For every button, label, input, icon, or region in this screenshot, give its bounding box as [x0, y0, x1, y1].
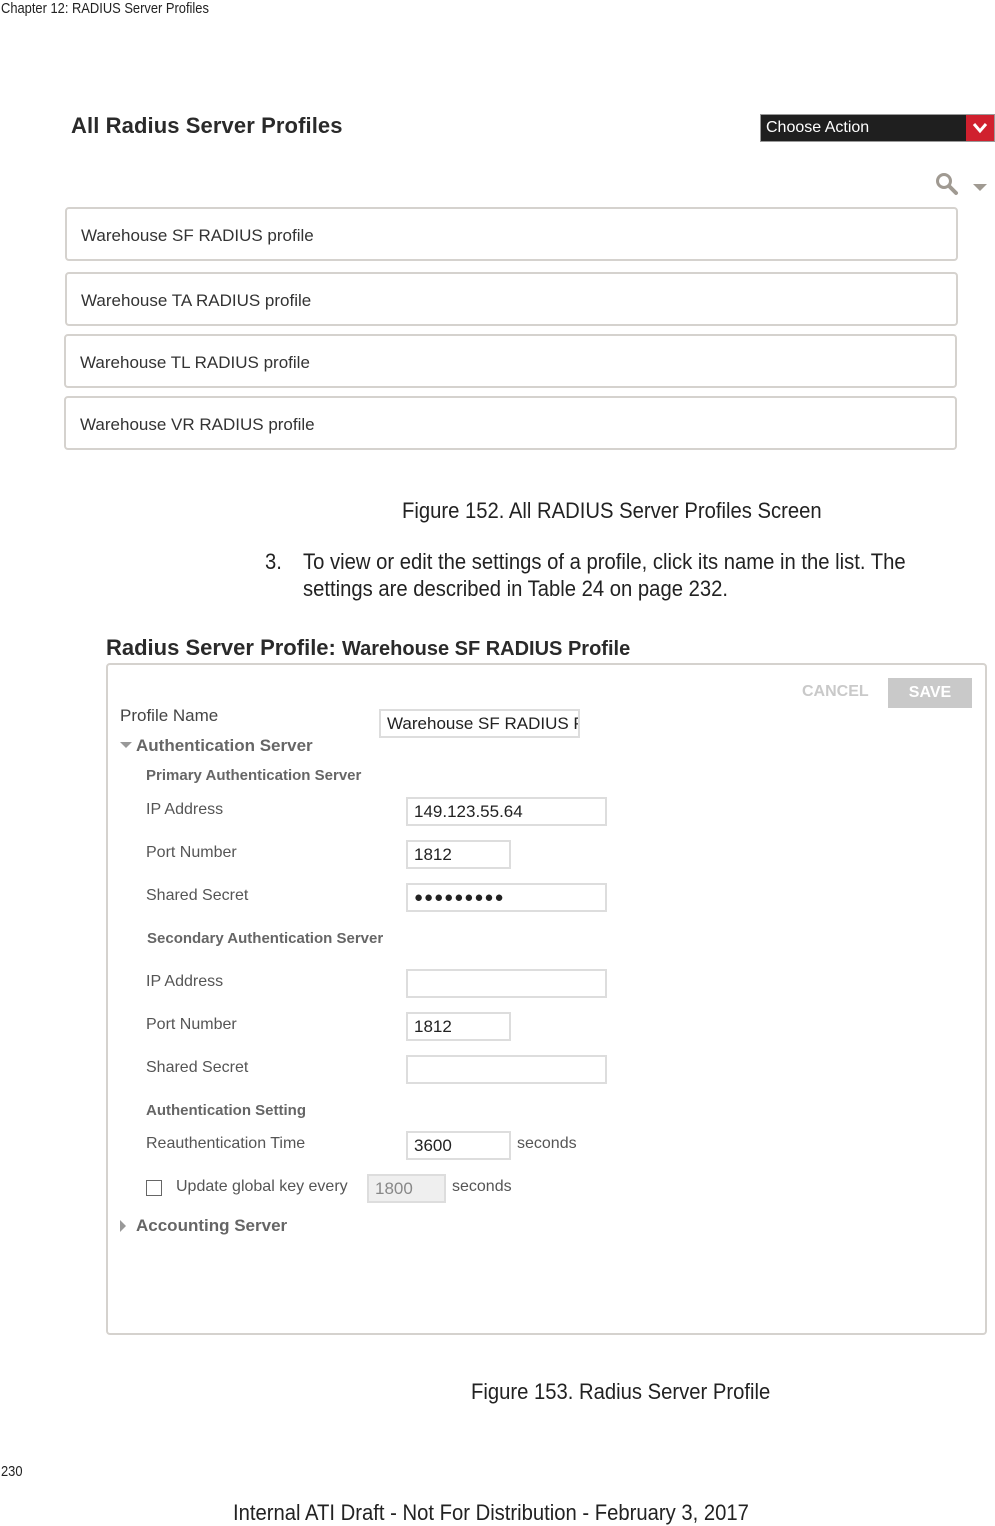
secondary-secret-input[interactable]: [406, 1055, 607, 1084]
primary-auth-heading: Primary Authentication Server: [146, 767, 362, 784]
secondary-port-label: Port Number: [146, 1016, 237, 1033]
search-options-caret-icon[interactable]: [973, 179, 987, 197]
secondary-secret-label: Shared Secret: [146, 1059, 249, 1076]
authentication-server-section[interactable]: Authentication Server: [136, 736, 313, 756]
chapter-header: Chapter 12: RADIUS Server Profiles: [1, 0, 209, 17]
profile-name-label: Profile Name: [120, 706, 219, 725]
reauth-unit: seconds: [517, 1135, 577, 1152]
save-button[interactable]: SAVE: [888, 678, 972, 708]
primary-ip-input[interactable]: 149.123.55.64: [406, 797, 607, 826]
secondary-auth-heading: Secondary Authentication Server: [147, 930, 384, 947]
profile-list-item[interactable]: Warehouse VR RADIUS profile: [64, 396, 957, 450]
profile-list-item[interactable]: Warehouse TA RADIUS profile: [65, 272, 958, 326]
update-key-unit: seconds: [452, 1178, 512, 1195]
profile-name-input[interactable]: Warehouse SF RADIUS P: [379, 709, 580, 738]
choose-action-dropdown[interactable]: Choose Action: [760, 114, 995, 142]
figure-152-caption: Figure 152. All RADIUS Server Profiles S…: [402, 498, 822, 523]
search-icon[interactable]: [935, 172, 959, 201]
step-text-line1: To view or edit the settings of a profil…: [303, 549, 906, 574]
draft-footer: Internal ATI Draft - Not For Distributio…: [233, 1500, 749, 1525]
reauth-time-input[interactable]: 3600: [406, 1131, 511, 1160]
profile-name[interactable]: Warehouse TL RADIUS profile: [80, 353, 310, 373]
chevron-down-icon[interactable]: [966, 115, 994, 141]
choose-action-label: Choose Action: [766, 119, 870, 136]
profile-list-item[interactable]: Warehouse SF RADIUS profile: [65, 207, 958, 261]
primary-port-input[interactable]: 1812: [406, 840, 511, 869]
step-number: 3.: [265, 549, 282, 574]
secondary-port-input[interactable]: 1812: [406, 1012, 511, 1041]
reauth-time-label: Reauthentication Time: [146, 1135, 306, 1152]
accounting-server-section[interactable]: Accounting Server: [136, 1216, 287, 1236]
primary-secret-label: Shared Secret: [146, 887, 249, 904]
collapse-triangle-icon[interactable]: [120, 742, 132, 748]
secondary-ip-label: IP Address: [146, 973, 224, 990]
primary-secret-input[interactable]: ●●●●●●●●●: [406, 883, 607, 912]
update-key-label: Update global key every: [176, 1178, 348, 1195]
profile-name[interactable]: Warehouse VR RADIUS profile: [80, 415, 315, 435]
update-key-input[interactable]: 1800: [367, 1174, 446, 1203]
primary-ip-label: IP Address: [146, 801, 224, 818]
title-profile-name: Warehouse SF RADIUS Profile: [342, 638, 631, 660]
profile-list-item[interactable]: Warehouse TL RADIUS profile: [64, 334, 957, 388]
all-profiles-title: All Radius Server Profiles: [71, 113, 343, 138]
auth-setting-heading: Authentication Setting: [146, 1102, 306, 1119]
cancel-button[interactable]: CANCEL: [802, 683, 869, 701]
profile-name[interactable]: Warehouse SF RADIUS profile: [81, 226, 314, 246]
expand-triangle-icon[interactable]: [120, 1220, 126, 1232]
page-number: 230: [1, 1463, 23, 1480]
update-key-checkbox[interactable]: [146, 1180, 162, 1196]
figure-153-caption: Figure 153. Radius Server Profile: [471, 1379, 771, 1404]
profile-name[interactable]: Warehouse TA RADIUS profile: [81, 291, 311, 311]
primary-port-label: Port Number: [146, 844, 237, 861]
secondary-ip-input[interactable]: [406, 969, 607, 998]
title-prefix: Radius Server Profile:: [106, 635, 336, 660]
profile-detail-title: Radius Server Profile: Warehouse SF RADI…: [106, 635, 630, 661]
step-text-line2: settings are described in Table 24 on pa…: [303, 576, 728, 601]
